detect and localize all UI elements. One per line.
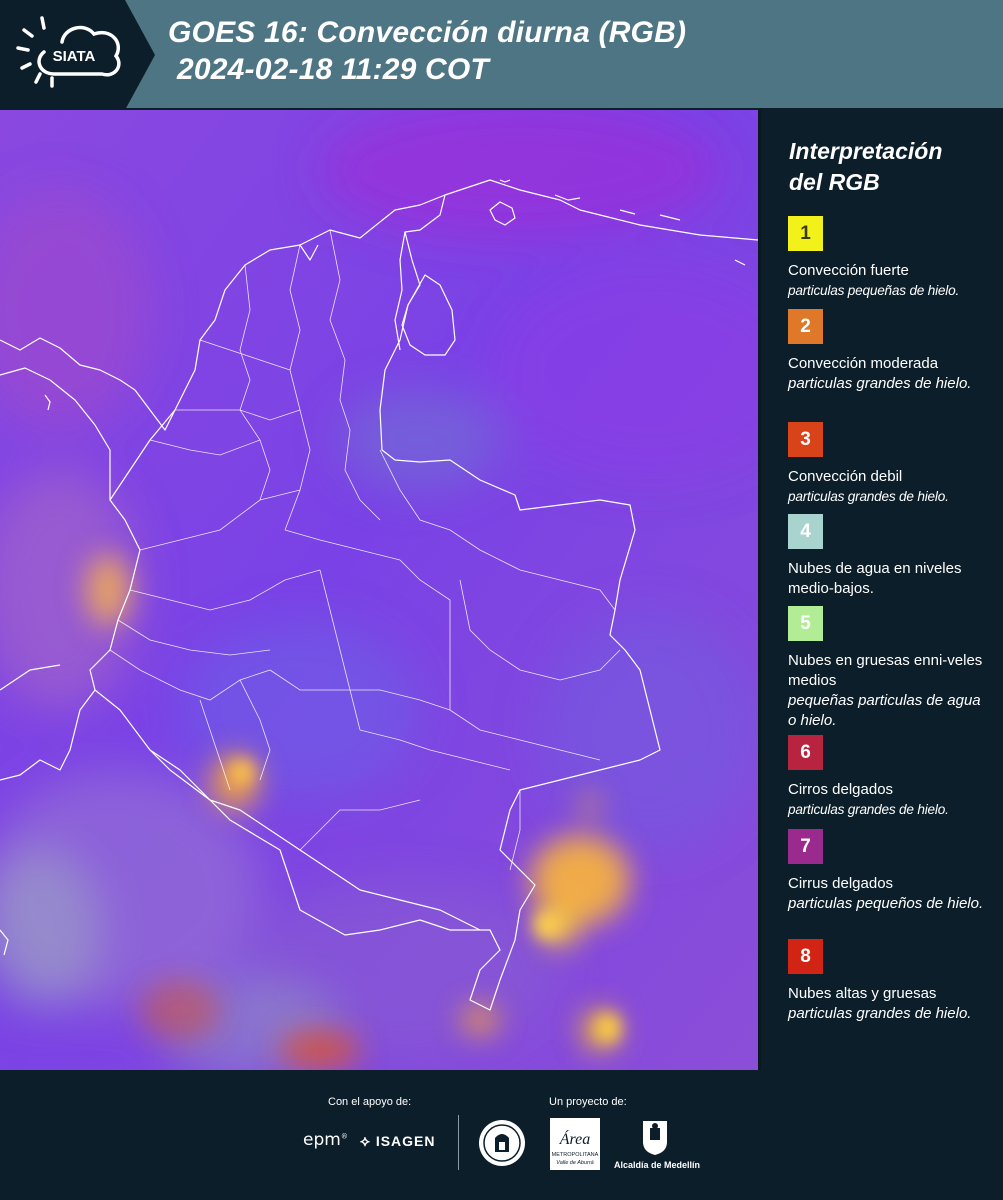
- legend-item-6: 6 Cirros delgados particulas grandes de …: [788, 735, 993, 820]
- item-name: Nubes altas y gruesas: [788, 985, 937, 1002]
- legend-item-8: 8 Nubes altas y gruesas particulas grand…: [788, 939, 993, 1024]
- legend-item-1: 1 Convección fuerte particulas pequeñas …: [788, 216, 993, 301]
- swatch-8: 8: [788, 939, 823, 974]
- swatch-4: 4: [788, 514, 823, 549]
- swatch-1: 1: [788, 216, 823, 251]
- swatch-7: 7: [788, 829, 823, 864]
- item-name: Nubes en gruesas enni-veles medios: [788, 652, 983, 689]
- legend-item-5: 5 Nubes en gruesas enni-veles medios peq…: [788, 606, 993, 731]
- item-desc: particulas grandes de hielo.: [788, 1005, 972, 1022]
- area-metropolitana-logo: Área METROPOLITANA Valle de Aburrá: [550, 1118, 600, 1170]
- footer: Con el apoyo de: Un proyecto de: epm® ⟡ …: [0, 1070, 1003, 1200]
- header: SIATA GOES 16: Convección diurna (RGB) 2…: [0, 0, 1003, 110]
- item-name: Nubes de agua en niveles medio-bajos.: [788, 560, 962, 597]
- item-name: Cirrus delgados: [788, 875, 894, 892]
- siata-seal-icon: [479, 1120, 525, 1166]
- swatch-3: 3: [788, 422, 823, 457]
- legend-item-4: 4 Nubes de agua en niveles medio-bajos.: [788, 514, 993, 599]
- area-text: Área: [559, 1129, 591, 1148]
- item-desc: particulas grandes de hielo.: [788, 375, 972, 392]
- item-name: Convección debil: [788, 468, 903, 485]
- area-sub1: METROPOLITANA: [552, 1152, 599, 1158]
- area-sub2: Valle de Aburrá: [556, 1160, 594, 1166]
- epm-logo: epm®: [303, 1130, 348, 1150]
- map-divider: [758, 110, 761, 1070]
- isagen-icon: ⟡: [360, 1133, 371, 1150]
- swatch-2: 2: [788, 309, 823, 344]
- legend-title-line2: del RGB: [789, 169, 880, 195]
- swatch-6: 6: [788, 735, 823, 770]
- title-line1: GOES 16: Convección diurna (RGB): [168, 16, 687, 49]
- alcaldia-label: Alcaldía de Medellín: [614, 1160, 701, 1170]
- footer-divider: [458, 1115, 459, 1170]
- siata-logo: SIATA: [16, 16, 121, 88]
- alcaldia-shield-icon: [643, 1121, 667, 1155]
- legend-item-2: 2 Convección moderada particulas grandes…: [788, 309, 993, 394]
- item-name: Convección fuerte: [788, 262, 909, 279]
- legend-panel: Interpretación del RGB 1 Convección fuer…: [762, 110, 1003, 1070]
- isagen-logo: ⟡ ISAGEN: [360, 1133, 436, 1150]
- title-timestamp: 2024-02-18 11:29 COT: [177, 53, 489, 86]
- item-desc: particulas pequeñas de hielo.: [788, 283, 960, 298]
- legend-title: Interpretación del RGB: [789, 136, 989, 198]
- satellite-map: [0, 110, 760, 1070]
- item-name: Convección moderada: [788, 355, 939, 372]
- legend-item-7: 7 Cirrus delgados particulas pequeños de…: [788, 829, 993, 914]
- logo-text: SIATA: [53, 48, 96, 65]
- project-label: Un proyecto de:: [549, 1096, 627, 1108]
- item-desc: particulas pequeños de hielo.: [788, 895, 984, 912]
- item-name: Cirros delgados: [788, 781, 894, 798]
- item-desc: particulas grandes de hielo.: [788, 802, 949, 817]
- legend-item-3: 3 Convección debil particulas grandes de…: [788, 422, 993, 507]
- item-desc: particulas grandes de hielo.: [788, 489, 949, 504]
- map-canvas: [0, 110, 760, 1070]
- item-desc: pequeñas particulas de agua o hielo.: [788, 692, 981, 729]
- legend-title-line1: Interpretación: [789, 138, 943, 164]
- swatch-5: 5: [788, 606, 823, 641]
- support-label: Con el apoyo de:: [328, 1096, 412, 1108]
- page-title: GOES 16: Convección diurna (RGB) 2024-02…: [168, 14, 686, 88]
